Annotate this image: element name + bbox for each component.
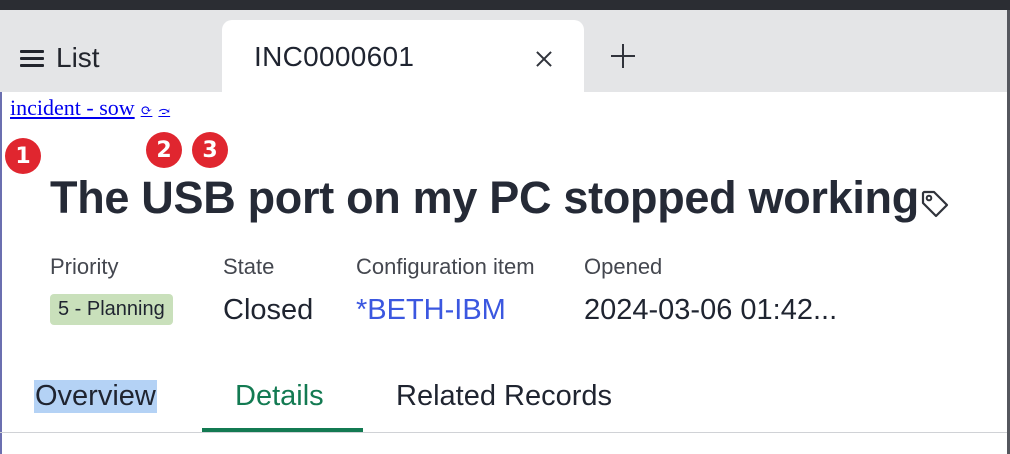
state-value: Closed [223,294,314,326]
field-priority: Priority 5 - Planning [50,254,173,325]
marker-badge-3: 3 [192,132,228,168]
marker-badge-2: 2 [146,132,182,168]
priority-badge: 5 - Planning [50,294,173,325]
opened-value: 2024-03-06 01:42... [584,294,838,326]
plus-icon[interactable] [609,42,637,70]
field-configuration-item: Configuration item *BETH-IBM [356,254,535,327]
top-dark-bar [0,0,1010,10]
subtabs-divider [0,432,1007,433]
annotation-bar: incident - sow ⟳ ⤼ [10,95,170,121]
configuration-item-link[interactable]: *BETH-IBM [356,294,535,327]
state-label: State [223,254,275,279]
priority-label: Priority [50,254,119,279]
close-icon[interactable] [533,48,555,70]
list-icon [20,49,44,67]
marker-badge-1: 1 [5,138,41,174]
tab-list-label: List [56,42,100,73]
tab-related-records[interactable]: Related Records [396,380,612,413]
record-title: The USB port on my PC stopped working [50,172,919,223]
incident-sow-link[interactable]: incident - sow [10,95,135,121]
tab-incident-label: INC0000601 [254,41,415,72]
redirect-link[interactable]: ⤼ [158,103,170,120]
field-opened: Opened 2024-03-06 01:42... [584,254,837,327]
tab-list[interactable]: List [20,42,100,74]
tab-incident[interactable]: INC0000601 [222,20,584,92]
field-state: State Closed [223,254,313,327]
record-subtabs: Overview Details Related Records [0,370,1007,432]
tab-details[interactable]: Details [235,380,324,413]
tab-overview[interactable]: Overview [34,380,157,413]
opened-label: Opened [584,254,663,279]
refresh-link[interactable]: ⟳ [141,103,153,120]
configuration-item-label: Configuration item [356,254,535,279]
tag-icon[interactable] [920,189,950,219]
